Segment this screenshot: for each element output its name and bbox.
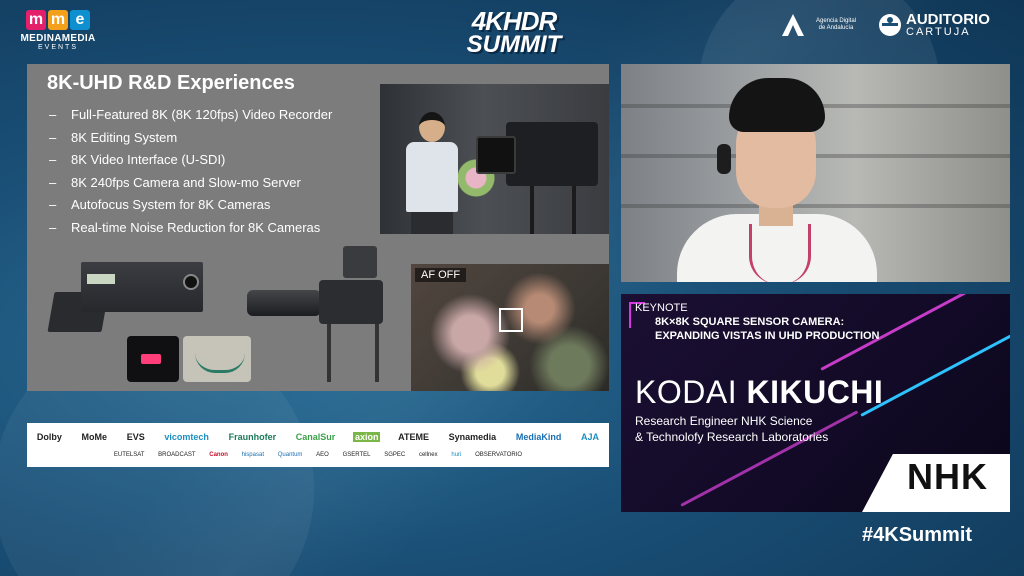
- bullet-marker: –: [49, 152, 57, 167]
- slide-bullet: – Full-Featured 8K (8K 120fps) Video Reco…: [49, 104, 332, 127]
- sponsor-row-1: Dolby MoMe EVS vicomtech Fraunhofer Cana…: [27, 429, 609, 445]
- mme-sub: EVENTS: [37, 44, 78, 51]
- camera-lens-illustration: [247, 290, 321, 316]
- auditorio-logo: AUDITORIO CARTUJA: [878, 12, 990, 38]
- slide-bullet: – Real-time Noise Reduction for 8K Camera…: [49, 217, 332, 240]
- keynote-label: KEYNOTE: [635, 302, 688, 314]
- tripod-illustration: [327, 324, 379, 382]
- bullet-marker: –: [49, 107, 57, 122]
- af-off-label: AF OFF: [415, 268, 467, 282]
- studio-camera-illustration: [506, 122, 598, 186]
- keynote-title-line1: 8K×8K SQUARE SENSOR CAMERA:: [655, 316, 845, 328]
- bullet-text: Full-Featured 8K (8K 120fps) Video Recor…: [71, 107, 333, 122]
- bullet-text: Autofocus System for 8K Cameras: [71, 197, 271, 212]
- sponsor-logo: vicomtech: [164, 432, 209, 442]
- sponsor-logo: OBSERVATORIO: [475, 452, 523, 458]
- sponsor-logo: hispasat: [241, 452, 264, 458]
- bullet-text: 8K Video Interface (U-SDI): [71, 152, 226, 167]
- sponsor-logo: CanalSur: [295, 432, 336, 442]
- summit-logo-line2: SUMMIT: [466, 31, 562, 58]
- speaker-video-feed: [621, 64, 1010, 282]
- keynote-card: KEYNOTE 8K×8K SQUARE SENSOR CAMERA: EXPA…: [621, 294, 1010, 512]
- mme-letter-e: e: [70, 10, 90, 30]
- auditorio-line1: AUDITORIO: [906, 11, 990, 28]
- sponsor-logo: cellnex: [418, 452, 438, 458]
- sponsor-logo: Canon: [209, 452, 228, 458]
- sponsor-logo: Synamedia: [448, 432, 497, 442]
- camera-viewfinder-illustration: [343, 246, 377, 278]
- auditorio-mark-icon: [879, 14, 901, 36]
- sponsor-logos-strip: Dolby MoMe EVS vicomtech Fraunhofer Cana…: [27, 423, 609, 467]
- sponsor-logo: ATEME: [398, 432, 429, 442]
- keynote-title-line2: EXPANDING VISTAS IN UHD PRODUCTION: [655, 330, 880, 342]
- sponsor-logo: MediaKind: [515, 432, 562, 442]
- sponsor-logo: GSERTEL: [342, 452, 371, 458]
- bullet-text: 8K Editing System: [71, 129, 178, 145]
- autofocus-demo-image: AF OFF: [411, 264, 609, 391]
- presenter-figure: [402, 112, 460, 234]
- bullet-marker: –: [49, 174, 57, 190]
- speaker-hair: [729, 78, 825, 132]
- equipment-photo: [45, 244, 383, 384]
- bullet-marker: –: [49, 197, 57, 212]
- speaker-last-name: KIKUCHI: [746, 374, 884, 410]
- andalucia-mark-icon: [782, 14, 804, 36]
- sponsor-logo: Quantum: [277, 452, 303, 458]
- sponsor-logo: axion: [352, 432, 381, 442]
- event-hashtag: #4KSummit: [862, 524, 973, 546]
- speaker-name: KODAI KIKUCHI: [635, 374, 883, 411]
- slide-bullet: – Autofocus System for 8K Cameras: [49, 194, 332, 217]
- andalucia-logo: Agencia Digital de Andalucía: [780, 12, 860, 38]
- connector-photo: [127, 336, 179, 382]
- sponsor-logo: Dolby: [36, 432, 62, 442]
- recorder-display: [87, 274, 115, 284]
- recorder-knob: [183, 274, 199, 290]
- tripod-illustration: [530, 186, 576, 234]
- sponsor-logo: EVS: [126, 432, 145, 442]
- slide-bullet-list: – Full-Featured 8K (8K 120fps) Video Reco…: [49, 104, 332, 239]
- lab-photo: [380, 84, 609, 234]
- sponsor-logo: Fraunhofer: [228, 432, 277, 442]
- nhk-logo: NHK: [907, 456, 988, 497]
- sponsor-logo: MoMe: [81, 432, 108, 442]
- speaker-role-line1: Research Engineer NHK Science: [635, 414, 813, 428]
- camera-body-illustration: [319, 280, 383, 324]
- focus-box-icon: [499, 308, 523, 332]
- sponsor-logo: AJA: [581, 432, 600, 442]
- sponsor-logo: EUTELSAT: [113, 452, 145, 458]
- slide-bullet: –8K 240fps Camera and Slow-mo Server: [49, 172, 332, 195]
- sponsor-logo: SGPEC: [384, 452, 406, 458]
- sponsor-logo: AEO: [316, 452, 329, 458]
- speaker-role-line2: & Technolofy Research Laboratories: [635, 430, 829, 444]
- auditorio-line2: CARTUJA: [906, 26, 971, 38]
- bullet-marker: –: [49, 219, 57, 235]
- sponsor-logo: BROADCAST: [158, 452, 196, 458]
- presentation-slide: 8K-UHD R&D Experiences – Full-Featured 8K…: [27, 64, 609, 391]
- camera-lens-illustration: [476, 136, 516, 174]
- medinamedia-logo: m m e MEDINAMEDIA EVENTS: [18, 10, 98, 51]
- summit-logo: 4KHDR SUMMIT: [455, 8, 573, 58]
- slide-title: 8K-UHD R&D Experiences: [47, 72, 295, 94]
- andalucia-text: Agencia Digital de Andalucía: [815, 18, 857, 31]
- slide-bullet: –8K Video Interface (U-SDI): [49, 149, 332, 172]
- headphone-icon: [717, 144, 731, 174]
- slide-bullet: –8K Editing System: [49, 127, 332, 150]
- bullet-text: Real-time Noise Reduction for 8K Cameras: [71, 219, 321, 235]
- speaker-lanyard: [749, 224, 811, 282]
- speaker-first-name: KODAI: [635, 374, 738, 410]
- sponsor-row-2: EUTELSAT BROADCAST Canon hispasat Quantu…: [27, 449, 609, 461]
- sponsor-logo: huri: [451, 452, 462, 458]
- mme-name: MEDINAMEDIA: [20, 33, 96, 44]
- bullet-text: 8K 240fps Camera and Slow-mo Server: [71, 174, 301, 190]
- bullet-marker: –: [49, 129, 57, 145]
- mme-letter-m1: m: [26, 10, 46, 30]
- mme-letter-m2: m: [48, 10, 68, 30]
